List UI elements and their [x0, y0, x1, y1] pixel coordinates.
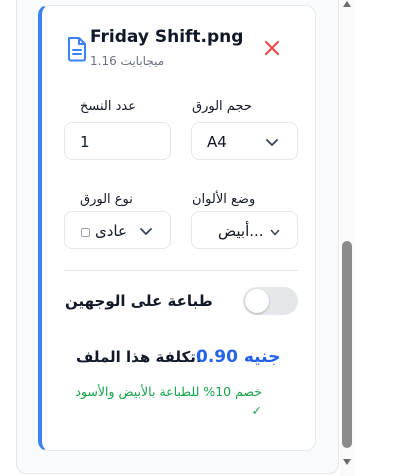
paper-type-value: عادى [95, 222, 127, 240]
copies-input[interactable]: 1 [64, 122, 171, 160]
paper-size-label: حجم الورق [192, 99, 252, 114]
copies-label: عدد النسخ [80, 99, 136, 114]
duplex-toggle[interactable] [243, 287, 298, 315]
file-card: Friday Shift.png 1.16 ميجابايت عدد النسخ… [38, 5, 316, 451]
cost-value: 0.90 جنيه [196, 347, 281, 367]
color-mode-value: أبيض... [218, 222, 264, 240]
file-size: 1.16 ميجابايت [90, 54, 165, 68]
chevron-down-icon [270, 229, 280, 236]
file-name: Friday Shift.png [90, 27, 244, 47]
document-icon [68, 37, 86, 62]
paper-size-value: A4 [207, 133, 227, 151]
chevron-down-icon [266, 139, 278, 146]
scroll-up-icon[interactable] [342, 0, 352, 8]
color-mode-label: وضع الألوان [192, 192, 256, 207]
paper-size-select[interactable]: A4 [191, 122, 298, 160]
toggle-knob [245, 289, 269, 313]
paper-type-select[interactable]: عادى [64, 211, 171, 249]
copies-value: 1 [80, 133, 90, 151]
scroll-down-icon[interactable] [342, 458, 352, 466]
chevron-down-icon [140, 228, 152, 235]
divider [64, 270, 298, 271]
close-icon[interactable] [262, 38, 282, 58]
color-mode-select[interactable]: أبيض... [191, 211, 298, 249]
duplex-label: طباعة على الوجهين [65, 292, 213, 310]
paper-type-label: نوع الورق [80, 192, 133, 207]
cost-label: تكلفة هذا الملف: [76, 348, 202, 366]
checkbox-icon [81, 228, 90, 237]
discount-note: خصم 10% للطباعة بالأبيض والأسود ✓ [75, 384, 262, 418]
scrollbar-thumb[interactable] [342, 241, 352, 448]
